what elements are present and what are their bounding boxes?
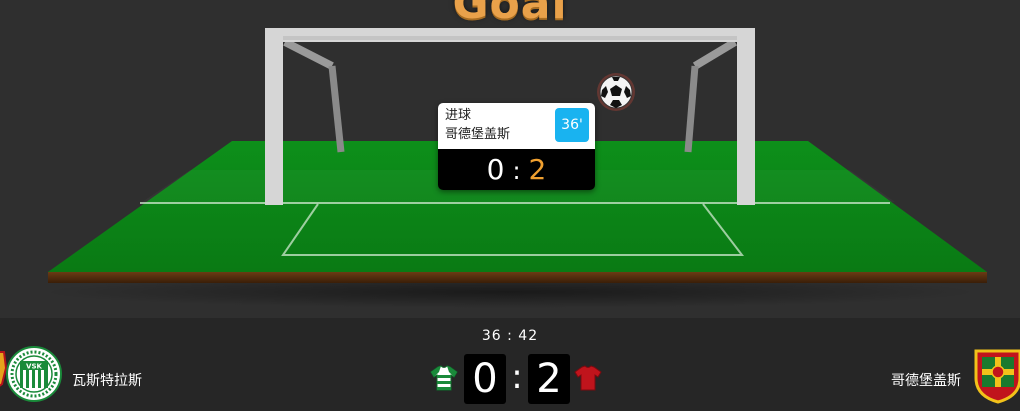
green-white-striped-jersey-icon bbox=[430, 365, 458, 391]
goal-back-right-post bbox=[684, 65, 699, 153]
goal-event-popup: 进球 哥德堡盖斯 36' 0:2 bbox=[438, 103, 595, 190]
home-team-name: 瓦斯特拉斯 bbox=[72, 373, 142, 389]
match-clock: 36 : 42 bbox=[481, 328, 539, 344]
goal-back-left bbox=[283, 38, 334, 70]
soccer-ball-icon bbox=[597, 73, 635, 111]
score-separator: : bbox=[511, 357, 523, 397]
away-team-crest-icon bbox=[974, 349, 1020, 404]
popup-home-score: 0 bbox=[486, 153, 505, 186]
popup-header: 进球 哥德堡盖斯 36' bbox=[438, 103, 595, 149]
popup-score-separator: : bbox=[512, 157, 521, 185]
goal-post-right bbox=[737, 28, 755, 205]
popup-away-score: 2 bbox=[528, 153, 547, 186]
pitch-dirt-edge bbox=[48, 272, 987, 283]
red-jersey-icon bbox=[574, 365, 602, 391]
goal-banner-title: Goal bbox=[452, 0, 568, 29]
popup-minute-badge: 36' bbox=[555, 108, 589, 142]
home-team-crest-icon: VSK bbox=[6, 346, 62, 402]
popup-scoring-team: 哥德堡盖斯 bbox=[445, 127, 511, 142]
goal-back-right bbox=[692, 38, 738, 70]
away-team-name: 哥德堡盖斯 bbox=[891, 373, 961, 389]
goal-post-left bbox=[265, 28, 283, 205]
away-score: 2 bbox=[528, 354, 570, 404]
popup-event-type: 进球 bbox=[445, 108, 472, 123]
match-animation-stage: Goal 进球 哥德堡盖斯 36' 0:2 bbox=[0, 0, 1020, 318]
home-score: 0 bbox=[464, 354, 506, 404]
goal-back-left-post bbox=[328, 65, 345, 153]
popup-score: 0:2 bbox=[438, 149, 595, 190]
scoreboard-bar: 36 : 42 VSK 瓦斯特拉斯 0 : 2 哥德堡盖斯 bbox=[0, 318, 1020, 411]
main-score: 0 : 2 bbox=[430, 352, 602, 404]
home-crest-text: VSK bbox=[26, 363, 42, 371]
